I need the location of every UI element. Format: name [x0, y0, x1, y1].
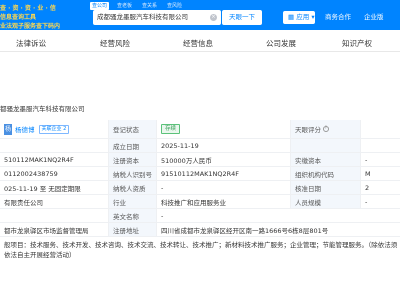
app-menu-label: 应用 [296, 13, 310, 21]
table-row: 510112MAK1NQ2R4F 注册资本 510000万人民币 实缴资本 - [0, 153, 400, 167]
module-tabs: 法律诉讼 经营风险 经营信息 公司发展 知识产权 [0, 38, 400, 52]
row-value: 2025-11-19 [156, 139, 290, 152]
promo-line-2: 信息查询工具 [0, 14, 37, 21]
table-row: 英文名称 - [0, 209, 400, 223]
clear-icon[interactable]: × [210, 14, 217, 21]
tab-operating-risk[interactable]: 经营风险 [100, 38, 130, 50]
row-value: 科技推广和应用服务业 [156, 195, 290, 208]
business-scope-row: 般项目：技术服务、技术开发、技术咨询、技术交流、技术转让、技术推广；新材料技术推… [0, 237, 400, 263]
business-scope-line-1: 般项目：技术服务、技术开发、技术咨询、技术交流、技术转让、技术推广；新材料技术推… [4, 241, 398, 249]
search-input[interactable]: 成都骚龙墨服汽车科技有限公司 × [93, 10, 221, 25]
status-badge: 存续 [161, 124, 181, 134]
row-label: 天眼评分 ? [290, 120, 360, 138]
enterprise-edition-link[interactable]: 企业版 [364, 11, 384, 24]
business-scope-line-2: 依法自主开展经营活动） [4, 251, 76, 259]
tab-search-boss[interactable]: 查老板 [115, 2, 134, 10]
grid-icon: ▦ [288, 13, 295, 21]
row-label: 注册资本 [108, 153, 156, 166]
row-value: - [156, 209, 400, 222]
row-value: - [156, 181, 290, 194]
row-value: - [360, 153, 400, 166]
tab-search-company[interactable]: 查公司 [90, 2, 110, 10]
row-value: - [360, 195, 400, 208]
table-row: 0112002438759 纳税人识别号 91510112MAK1NQ2R4F … [0, 167, 400, 181]
promo-line-3: 业法观子服务查下码内 [0, 23, 61, 30]
row-value [0, 139, 108, 152]
table-row: 杨 杨德博 关联企业 2 登记状态 存续 天眼评分 ? [0, 120, 400, 139]
legal-rep-cell: 杨 杨德博 关联企业 2 [0, 120, 108, 138]
row-value: 510112MAK1NQ2R4F [4, 155, 74, 164]
row-label: 实缴资本 [290, 153, 360, 166]
tab-operating-info[interactable]: 经营信息 [183, 38, 213, 50]
table-row: 025-11-19 至 无固定期限 纳税人资质 - 核准日期 2 [0, 181, 400, 195]
app-menu-button[interactable]: ▦ 应用 ▾ [283, 11, 315, 24]
row-label: 核准日期 [290, 181, 360, 194]
row-value: 四川省成都市龙泉驿区经开区南一路1666号6栋8层801号 [156, 223, 400, 236]
search-input-value[interactable]: 成都骚龙墨服汽车科技有限公司 [97, 10, 188, 25]
tab-legal-litigation[interactable]: 法律诉讼 [16, 38, 46, 50]
related-companies-badge[interactable]: 关联企业 2 [38, 124, 70, 134]
row-value: M [360, 167, 400, 180]
row-label: 注册地址 [108, 223, 156, 236]
tab-search-risk[interactable]: 查风险 [165, 2, 184, 10]
rating-label: 天眼评分 [295, 126, 321, 134]
table-row: 都市龙泉驿区市场监督管理局 注册地址 四川省成都市龙泉驿区经开区南一路1666号… [0, 223, 400, 237]
row-label: 英文名称 [108, 209, 156, 222]
row-label: 纳税人资质 [108, 181, 156, 194]
row-label: 行业 [108, 195, 156, 208]
top-header: 查 · 资 · 资 · 业 · 信 信息查询工具 业法观子服务查下码内 查公司 … [0, 0, 400, 30]
company-name: 都骚龙墨服汽车科技有限公司 [0, 105, 85, 113]
table-row: 有限责任公司 行业 科技推广和应用服务业 人员规模 - [0, 195, 400, 209]
search-button[interactable]: 天眼一下 [222, 10, 262, 25]
row-value [0, 209, 108, 222]
chevron-down-icon: ▾ [311, 13, 315, 21]
row-label: 成立日期 [108, 139, 156, 152]
row-label [290, 139, 360, 152]
row-value: 0112002438759 [4, 169, 58, 178]
tab-company-development[interactable]: 公司发展 [266, 38, 296, 50]
search-type-tabs: 查公司 查老板 查关系 查风险 [90, 2, 184, 10]
row-label: 登记状态 [108, 120, 156, 138]
row-value: 025-11-19 至 无固定期限 [4, 184, 81, 193]
promo-line-1: 查 · 资 · 资 · 业 · 信 [0, 5, 56, 12]
row-value: 91510112MAK1NQ2R4F [156, 167, 290, 180]
row-value: 510000万人民币 [156, 153, 290, 166]
row-value: 2 [360, 181, 400, 194]
row-value: 都市龙泉驿区市场监督管理局 [4, 226, 89, 235]
table-row: 成立日期 2025-11-19 [0, 139, 400, 153]
legal-rep-name[interactable]: 杨德博 [15, 124, 35, 134]
row-value [360, 120, 400, 138]
row-value: 有限责任公司 [4, 198, 43, 207]
row-label: 组织机构代码 [290, 167, 360, 180]
tab-search-relation[interactable]: 查关系 [140, 2, 159, 10]
promo-banner[interactable]: 查 · 资 · 资 · 业 · 信 信息查询工具 业法观子服务查下码内 [0, 4, 90, 30]
business-cooperation-link[interactable]: 商务合作 [325, 11, 351, 24]
row-value [360, 139, 400, 152]
tab-intellectual-property[interactable]: 知识产权 [342, 38, 372, 50]
row-value: 存续 [156, 120, 290, 138]
avatar: 杨 [4, 123, 12, 135]
row-label: 人员规模 [290, 195, 360, 208]
help-icon[interactable]: ? [323, 126, 329, 132]
row-label: 纳税人识别号 [108, 167, 156, 180]
